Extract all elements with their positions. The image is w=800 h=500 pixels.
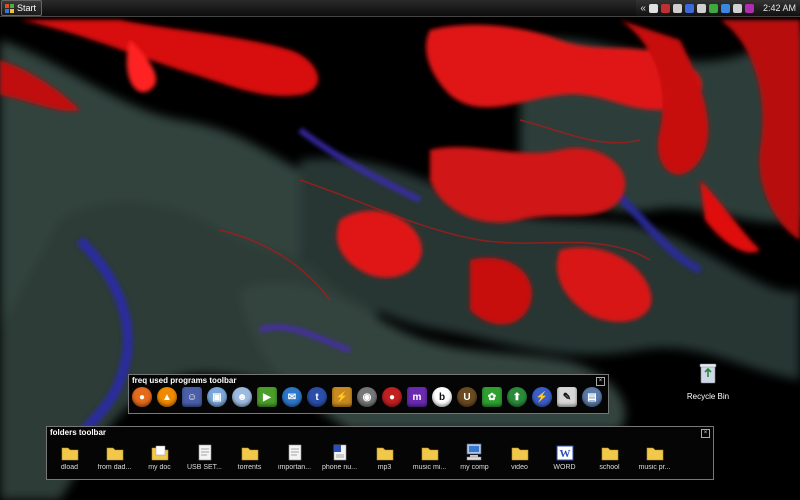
folder-item-label: WORD [553,464,576,471]
outlook-icon[interactable]: ✉ [282,387,302,407]
windows-flag-icon [5,3,14,13]
info-icon[interactable]: t [307,387,327,407]
folder-item-label: phone nu... [321,464,358,471]
folder-item-label: mp3 [377,464,392,471]
word-document-icon: W [542,439,587,461]
messenger-icon[interactable] [708,3,718,13]
my-computer[interactable]: my comp [452,439,497,471]
folder-item-label: my doc [148,464,171,471]
winamp-icon[interactable]: ⚡ [332,387,352,407]
folder-dload[interactable]: dload [47,439,92,471]
folder-icon [47,439,92,461]
freq-programs-toolbar: freq used programs toolbar × ● ▲ ☺ ▣ ☻ ▶ ✉ t ⚡ ◉ ●… [128,374,609,414]
me-icon[interactable]: m [407,387,427,407]
folder-item-label: my comp [460,464,489,471]
folder-item-label: dload [60,464,79,471]
folder-item-label: music mi... [412,464,447,471]
folder-school[interactable]: school [587,439,632,471]
folders-toolbar-close-icon[interactable]: × [701,429,710,438]
b-icon[interactable]: b [432,387,452,407]
folder-icon [227,439,272,461]
folder-icon [587,439,632,461]
recycle-bin[interactable]: Recycle Bin [682,362,734,404]
folders-toolbar: folders toolbar × dload from dad... my doc… [46,426,714,480]
folder-item-label: video [511,464,528,471]
folders-toolbar-title: folders toolbar [50,428,107,437]
folder-from-dad[interactable]: from dad... [92,439,137,471]
speaker-icon[interactable]: ◉ [357,387,377,407]
folder-item-label: from dad... [97,464,132,471]
folder-icon [92,439,137,461]
upload-icon[interactable]: ⬆ [507,387,527,407]
file-usb-setup[interactable]: USB SET... [182,439,227,471]
paint-icon[interactable]: ✎ [557,387,577,407]
tray-expand-chevron-icon[interactable]: « [640,3,646,14]
network-icon[interactable] [648,3,658,13]
tray-icons [648,3,754,13]
folder-icon [497,439,542,461]
svg-text:W: W [559,448,570,460]
start-button[interactable]: Start [1,0,43,16]
people-icon[interactable]: ☺ [182,387,202,407]
folder-icon [632,439,677,461]
recycle-bin-label: Recycle Bin [686,392,730,401]
folder-item-label: importan... [277,464,312,471]
folder-icon [362,439,407,461]
word-document-icon [317,439,362,461]
clock[interactable]: 2:42 AM [763,3,796,13]
folder-item-label: school [599,464,620,471]
taskbar: Start « 2:42 AM [0,0,800,17]
usb-icon[interactable] [696,3,706,13]
phone-icon[interactable] [684,3,694,13]
messenger-buddy-icon[interactable]: ☻ [232,387,252,407]
volume-icon[interactable] [672,3,682,13]
file-important[interactable]: importan... [272,439,317,471]
desktop-wallpaper [0,0,800,500]
start-label: Start [17,3,37,13]
lightning-icon[interactable]: ⚡ [532,387,552,407]
folder-my-doc[interactable]: my doc [137,439,182,471]
limewire-icon[interactable]: ✿ [482,387,502,407]
folder-mp3[interactable]: mp3 [362,439,407,471]
recycle-bin-icon [699,363,717,384]
folder-item-label: USB SET... [186,464,222,471]
record-icon[interactable]: ● [382,387,402,407]
word-shortcut[interactable]: W WORD [542,439,587,471]
network-computers-icon[interactable]: ▣ [207,387,227,407]
folder-music-mix[interactable]: music mi... [407,439,452,471]
folder-torrents[interactable]: torrents [227,439,272,471]
folder-item-label: torrents [237,464,262,471]
computer-icon [452,439,497,461]
program-icon-row: ● ▲ ☺ ▣ ☻ ▶ ✉ t ⚡ ◉ ● m b U ✿ ⬆ ⚡ ✎ ▤ [132,387,602,407]
sync-icon[interactable] [720,3,730,13]
file-phone-numbers[interactable]: phone nu... [317,439,362,471]
settings-window-icon[interactable]: ▤ [582,387,602,407]
media-icon[interactable] [744,3,754,13]
freq-toolbar-close-icon[interactable]: × [596,377,605,386]
unreal-icon[interactable]: U [457,387,477,407]
document-icon [272,439,317,461]
system-tray: « 2:42 AM [636,0,800,16]
shield-icon[interactable] [732,3,742,13]
vlc-icon[interactable]: ▲ [157,387,177,407]
folder-icon [407,439,452,461]
freq-toolbar-title: freq used programs toolbar [132,376,237,385]
folder-music-pr[interactable]: music pr... [632,439,677,471]
firefox-icon[interactable]: ● [132,387,152,407]
document-icon [182,439,227,461]
folder-video[interactable]: video [497,439,542,471]
network-alert-icon[interactable] [660,3,670,13]
media-player-icon[interactable]: ▶ [257,387,277,407]
folder-item-label: music pr... [638,464,671,471]
folder-icon [137,439,182,461]
folder-item-row: dload from dad... my doc USB SET... torrents… [47,439,677,471]
